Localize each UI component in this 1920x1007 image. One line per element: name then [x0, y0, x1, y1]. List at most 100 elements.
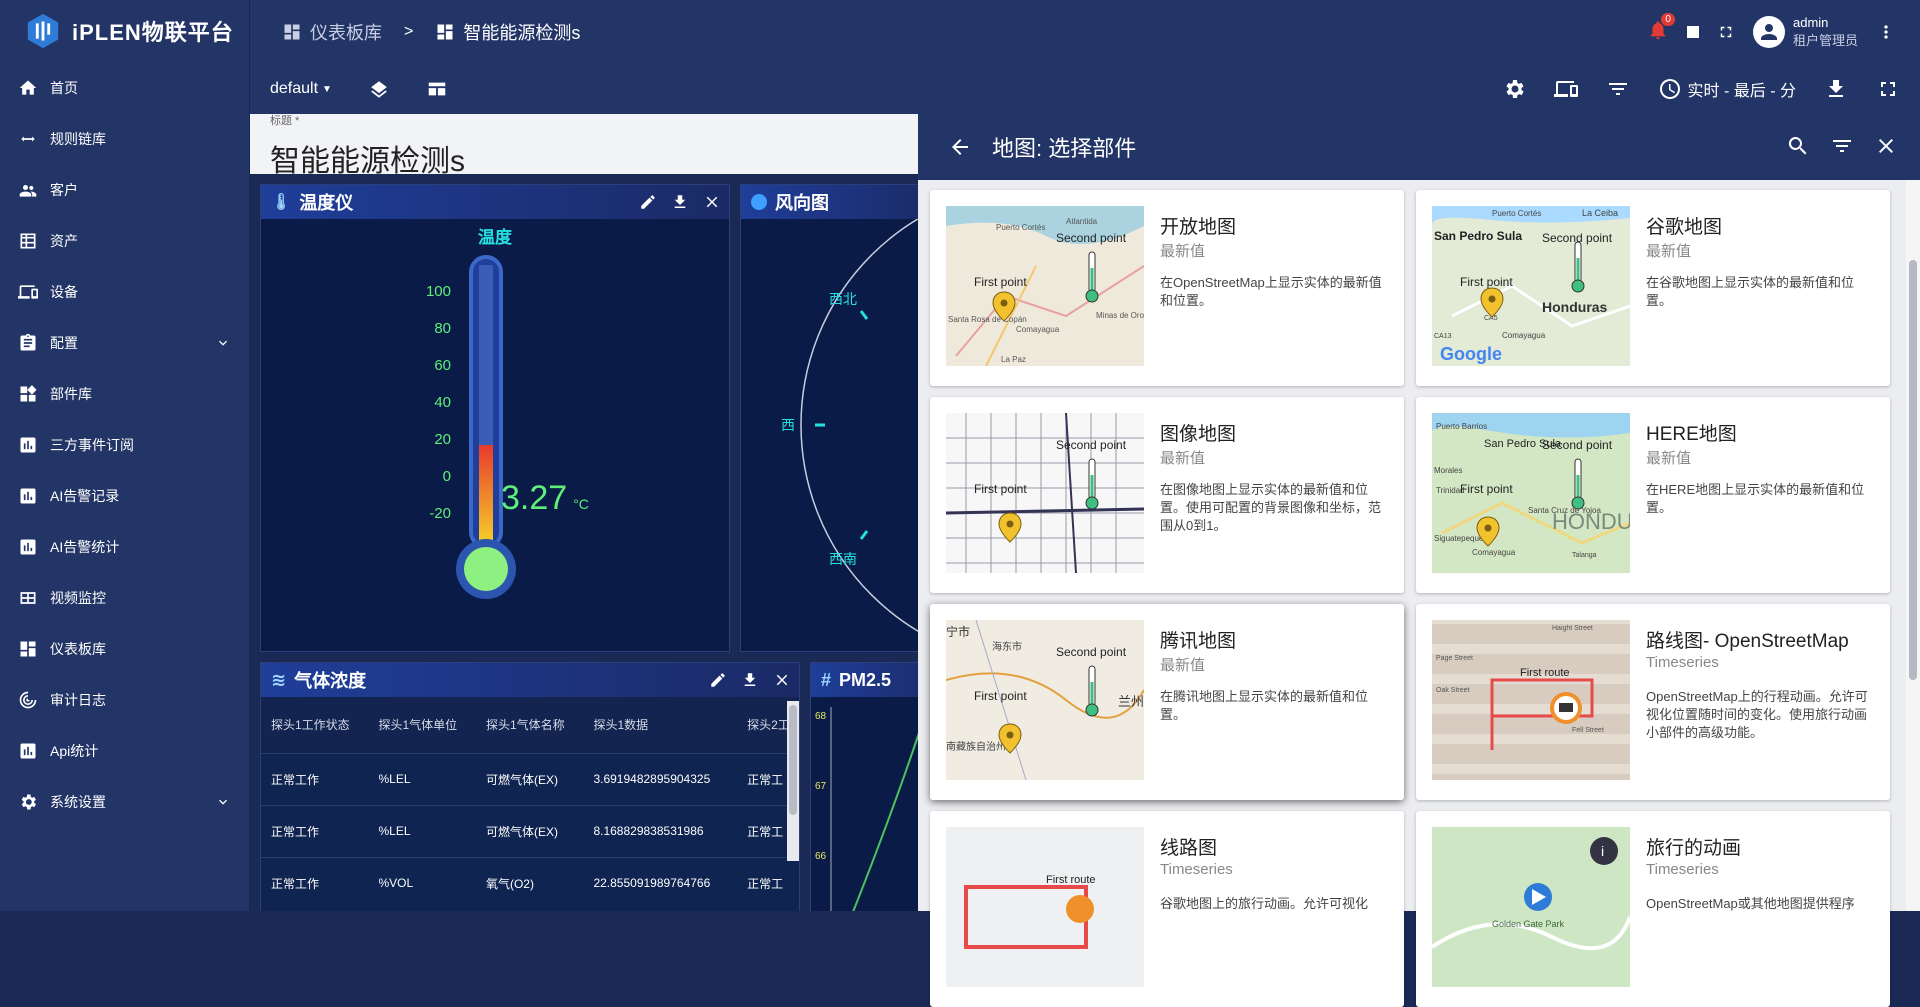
- map-label: Second point: [1056, 231, 1127, 245]
- widget-select-panel: 地图: 选择部件 Puerto Cortés Atlantida Santa Ros…: [918, 114, 1920, 1007]
- fullscreen-icon[interactable]: [1876, 77, 1900, 101]
- table-row[interactable]: 正常工作 %LEL 可燃气体(EX) 8.168829838531986 正常工: [261, 804, 799, 857]
- widget-card-type: 最新值: [1160, 450, 1206, 467]
- widget-card-name: 开放地图: [1160, 217, 1237, 238]
- wind-direction-widget[interactable]: 风向图 西北 西 西南: [740, 184, 918, 652]
- account-icon: [1760, 24, 1777, 40]
- thermometer-graphic: [456, 255, 516, 599]
- widget-card-description: 在OpenStreetMap上显示实体的最新值和位置。: [1160, 275, 1382, 308]
- column-header[interactable]: 探头1气体名称: [475, 697, 584, 753]
- dashboard-title-field[interactable]: 标题 * 智能能源检测s: [250, 114, 918, 178]
- stop-icon[interactable]: [1686, 26, 1699, 38]
- widgets-icon: [20, 384, 37, 401]
- fullscreen-icon[interactable]: [1717, 23, 1735, 41]
- map-label: HONDU: [1552, 509, 1630, 534]
- clock-icon: [1659, 79, 1680, 99]
- widget-card-image-map[interactable]: Second point First point 图像地图 最新值 在图像地图上显…: [930, 397, 1404, 593]
- bus-marker-icon: [1550, 692, 1582, 724]
- widget-card-type: Timeseries: [1646, 654, 1719, 671]
- info-icon: i: [1590, 837, 1618, 865]
- table-row[interactable]: 正常工作 %LEL 可燃气体(EX) 3.6919482895904325 正常工: [261, 752, 799, 805]
- gas-table: 探头1工作状态 探头1气体单位 探头1气体名称 探头1数据 探头2工 正常工作 %LEL 可燃…: [261, 697, 799, 909]
- sidebar-item-2[interactable]: 客户: [0, 164, 249, 215]
- map-label: Atlantida: [1066, 217, 1098, 226]
- widget-preview-image: Puerto BarriosSan Pedro SulaMoralesTrini…: [1432, 413, 1630, 573]
- assets-icon: [20, 233, 36, 248]
- back-arrow-icon[interactable]: [948, 135, 972, 159]
- map-label: Siguatepeque: [1434, 534, 1484, 543]
- sidebar-item-6[interactable]: 部件库: [0, 368, 249, 419]
- sidebar-item-9[interactable]: AI告警统计: [0, 521, 249, 572]
- map-label: Morales: [1434, 466, 1462, 475]
- sidebar-item-label: 客户: [50, 181, 78, 198]
- column-header[interactable]: 探头1工作状态: [261, 697, 369, 753]
- map-label: Fell Street: [1572, 727, 1604, 734]
- widget-card-route-osm[interactable]: Haight Street Page Street Oak Street Fell S…: [1416, 604, 1890, 800]
- widget-card-route-google[interactable]: First route 线路图 Timeseries 谷歌地图上的旅行动画。允许…: [930, 811, 1404, 1007]
- sidebar-item-7[interactable]: 三方事件订阅: [0, 419, 249, 470]
- sidebar-item-13[interactable]: Api统计: [0, 725, 249, 776]
- close-icon[interactable]: [773, 671, 791, 689]
- map-label: Puerto Barrios: [1436, 422, 1487, 431]
- sidebar-item-label: 首页: [50, 79, 78, 96]
- sidebar-item-11[interactable]: 仪表板库: [0, 623, 249, 674]
- map-label: Talanga: [1572, 552, 1597, 559]
- breadcrumb-dashboards[interactable]: 仪表板库: [310, 19, 382, 45]
- sidebar-item-1[interactable]: 规则链库: [0, 113, 249, 164]
- widget-card-here-map[interactable]: Puerto Barrios San Pedro Sula Morales Trini…: [1416, 397, 1890, 593]
- download-icon[interactable]: [1824, 77, 1848, 101]
- widget-card-google-map[interactable]: Puerto Cortés La Ceiba San Pedro Sula Hondu…: [1416, 190, 1890, 386]
- sidebar-item-14[interactable]: 系统设置: [0, 776, 249, 827]
- download-icon[interactable]: [671, 193, 689, 211]
- table-layout-icon[interactable]: [426, 78, 448, 100]
- sidebar-item-0[interactable]: 首页: [0, 62, 249, 113]
- thermometer-widget[interactable]: 🌡 温度仪 温度 100 80 60 40 20 0 -20 3.27 °C: [260, 184, 730, 652]
- widget-card-osm-map[interactable]: Puerto Cortés Atlantida Santa Rosa de Copá…: [930, 190, 1404, 386]
- sidebar-item-10[interactable]: 视频监控: [0, 572, 249, 623]
- filter-icon[interactable]: [1830, 134, 1854, 158]
- sidebar-item-8[interactable]: AI告警记录: [0, 470, 249, 521]
- more-vert-icon[interactable]: [1876, 22, 1896, 42]
- map-label: Oak Street: [1436, 687, 1470, 694]
- thermometer-tick: 80: [434, 320, 451, 337]
- column-header[interactable]: 探头1气体单位: [368, 697, 476, 753]
- sidebar-item-label: 设备: [50, 283, 78, 300]
- widget-header: ≋ 气体浓度: [261, 663, 799, 697]
- devices-icon[interactable]: [1553, 77, 1578, 101]
- grid-icon: #: [821, 669, 832, 690]
- filter-icon[interactable]: [1606, 77, 1630, 101]
- column-header[interactable]: 探头1数据: [583, 697, 738, 753]
- widget-card-trip-animation[interactable]: Golden Gate Park i 旅行的动画 Timeseries OpenS…: [1416, 811, 1890, 1007]
- table-row[interactable]: 正常工作 %VOL 氧气(O2) 22.855091989764766 正常工: [261, 856, 799, 909]
- devices-icon: [18, 284, 38, 299]
- table-scrollbar[interactable]: [787, 701, 799, 861]
- close-icon[interactable]: [1874, 134, 1898, 158]
- gear-icon[interactable]: [1502, 77, 1526, 101]
- sidebar-item-4[interactable]: 设备: [0, 266, 249, 317]
- sidebar-item-3[interactable]: 资产: [0, 215, 249, 266]
- close-icon[interactable]: [703, 193, 721, 211]
- download-icon[interactable]: [741, 671, 759, 689]
- logo[interactable]: iPLEN物联平台: [0, 0, 249, 62]
- edit-icon[interactable]: [709, 671, 727, 689]
- panel-scrollbar[interactable]: [1906, 180, 1920, 911]
- widget-card-type: 最新值: [1646, 243, 1692, 260]
- notifications-button[interactable]: 0: [1647, 12, 1675, 46]
- sidebar-item-label: 仪表板库: [50, 640, 106, 657]
- sidebar-item-5[interactable]: 配置: [0, 317, 249, 368]
- sidebar-item-12[interactable]: 审计日志: [0, 674, 249, 725]
- widget-card-tencent-map[interactable]: 宁市 海东市 兰州 南藏族自治州 Second point First point 腾讯地…: [930, 604, 1404, 800]
- layers-icon[interactable]: [368, 78, 390, 100]
- table-cell: 正常工作: [261, 856, 369, 909]
- gas-concentration-widget[interactable]: ≋ 气体浓度 探头1工作状态 探头1气体单位 探头1气体名称 探头1数据 探头2工 正常工…: [260, 662, 800, 911]
- map-label: San Pedro Sula: [1434, 229, 1522, 243]
- timewindow-button[interactable]: 实时 - 最后 - 分: [1658, 77, 1796, 101]
- search-icon[interactable]: [1786, 134, 1810, 158]
- edit-icon[interactable]: [639, 193, 657, 211]
- wind-direction-chart: 西北 西 西南: [741, 219, 918, 651]
- user-menu[interactable]: admin 租户管理员: [1752, 14, 1858, 50]
- pm25-widget[interactable]: # PM2.5 68 67 66: [810, 662, 918, 911]
- map-label: Second point: [1056, 645, 1127, 659]
- widget-preview-image: Haight Street Page Street Oak Street Fell S…: [1432, 620, 1630, 780]
- state-select[interactable]: default ▼: [270, 80, 332, 98]
